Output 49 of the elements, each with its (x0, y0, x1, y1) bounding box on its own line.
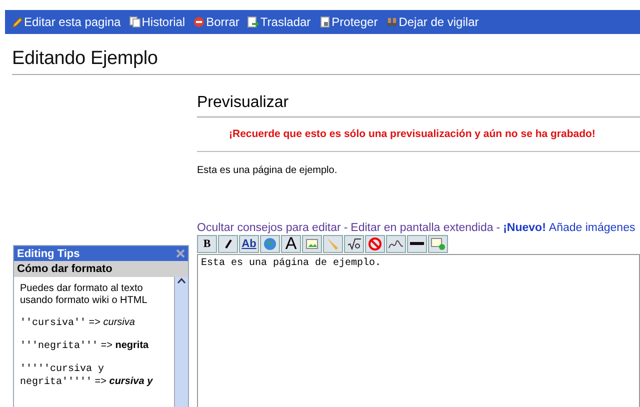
pages-icon (128, 16, 141, 28)
separator-text: - (344, 222, 348, 234)
signature-icon (388, 238, 404, 250)
add-picture-icon (431, 238, 445, 250)
nav-link[interactable]: Dejar de vigilar (386, 15, 479, 29)
external-link-button[interactable] (260, 235, 280, 253)
heading-button[interactable]: A (281, 235, 301, 253)
edit-link[interactable]: Ocultar consejos para editar (197, 222, 341, 234)
nav-link[interactable]: Proteger (318, 15, 378, 29)
image-button[interactable] (302, 235, 322, 253)
close-icon[interactable] (176, 249, 185, 258)
italic-example: ''cursiva'' => cursiva (20, 317, 136, 330)
scrollbar[interactable] (174, 277, 188, 407)
italic-icon (223, 239, 233, 249)
signature-button[interactable] (386, 235, 406, 253)
square-root-icon (347, 238, 361, 250)
scroll-up-icon[interactable] (177, 277, 186, 285)
horn-icon (326, 237, 340, 251)
add-images-link[interactable]: Añade imágenes (548, 222, 636, 234)
tips-subtitle: Cómo dar formato (14, 261, 188, 277)
horizontal-line-button[interactable] (407, 235, 427, 253)
nav-link[interactable]: Historial (128, 15, 186, 29)
link-button[interactable]: Ab (239, 235, 259, 253)
new-link[interactable]: ¡Nuevo! (503, 222, 546, 234)
no-sign-icon (368, 237, 382, 251)
bold-italic-example: '''''cursiva y negrita''''' => cursiva y (20, 363, 154, 389)
nav-link[interactable]: Trasladar (247, 15, 311, 29)
binoculars-icon (386, 16, 398, 28)
nowiki-button[interactable] (365, 235, 385, 253)
nav-link[interactable]: Borrar (193, 15, 240, 29)
edit-link[interactable]: Editar en pantalla extendida (350, 222, 494, 234)
globe-icon (263, 237, 277, 251)
edit-textarea[interactable]: Esta es una página de ejemplo. (197, 254, 640, 407)
picture-icon (306, 239, 318, 249)
nav-link[interactable]: Editar esta pagina (11, 15, 121, 29)
bold-button[interactable]: B (197, 235, 217, 253)
stop-icon (193, 16, 206, 28)
tip-text: Puedes dar formato al texto usando formato wiki o HTML (20, 283, 148, 307)
page-title: Editando Ejemplo (12, 48, 640, 75)
page-lock-icon (318, 16, 331, 28)
separator-text: - (496, 222, 500, 234)
italic-button[interactable] (218, 235, 238, 253)
math-button[interactable] (344, 235, 364, 253)
bold-example: '''negrita''' => negrita (20, 340, 150, 353)
pencil-icon (11, 16, 23, 28)
tips-title: Editing Tips (17, 248, 80, 260)
preview-heading: Previsualizar (197, 94, 640, 118)
preview-text: Esta es una página de ejemplo. (197, 165, 338, 176)
preview-warning: ¡Recuerde que esto es sólo una previsualización y aún no se ha grabado! (229, 128, 596, 140)
